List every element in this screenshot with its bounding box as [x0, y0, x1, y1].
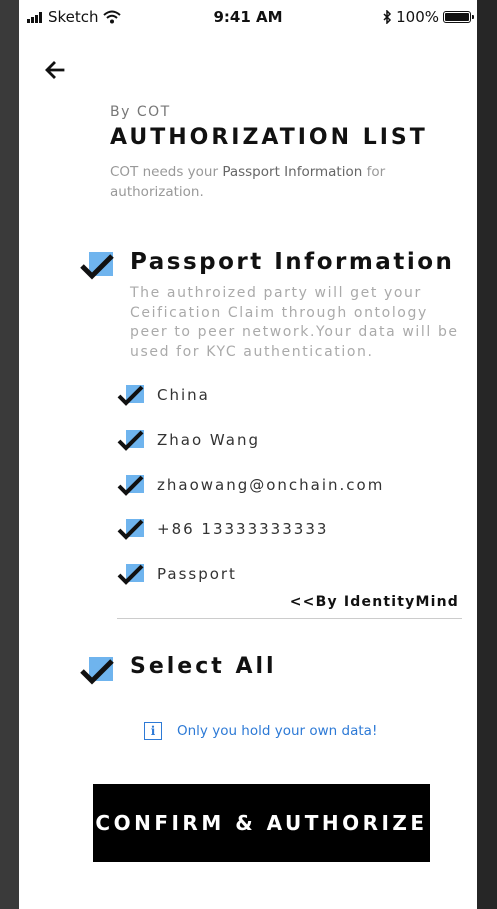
item-label: zhaowang@onchain.com — [157, 476, 385, 494]
left-backdrop — [0, 0, 19, 909]
battery-percent: 100% — [396, 8, 439, 26]
checkmark-icon — [80, 657, 114, 685]
checkmark-icon — [80, 252, 114, 280]
list-item[interactable]: zhaowang@onchain.com — [117, 472, 384, 498]
select-all-checkbox[interactable] — [79, 655, 115, 685]
item-label: China — [157, 386, 210, 404]
list-item[interactable]: China — [117, 382, 210, 408]
checkmark-icon — [117, 475, 144, 496]
section-checkbox[interactable] — [79, 250, 115, 280]
status-right: 100% — [383, 8, 474, 26]
battery-level — [445, 13, 469, 21]
right-backdrop — [477, 0, 497, 909]
list-item[interactable]: Zhao Wang — [117, 427, 260, 453]
section-title: Passport Information — [130, 249, 455, 275]
info-text: Only you hold your own data! — [177, 723, 378, 739]
checkmark-icon — [117, 564, 144, 585]
item-label: +86 13333333333 — [157, 520, 329, 538]
confirm-authorize-button[interactable]: CONFIRM & AUTHORIZE — [93, 784, 430, 862]
info-icon: i — [144, 722, 162, 740]
checkmark-icon — [117, 430, 144, 451]
status-bar: Sketch 9:41 AM 100% — [19, 0, 477, 34]
by-label: By COT — [110, 104, 171, 120]
checkmark-icon — [117, 385, 144, 406]
select-all-label[interactable]: Select All — [130, 654, 277, 679]
phone-screen: Sketch 9:41 AM 100% By COT AUTHORIZATION… — [19, 0, 477, 909]
intro-highlight: Passport Information — [222, 164, 363, 180]
item-label: Passport — [157, 565, 237, 583]
battery-icon — [443, 11, 474, 23]
intro-text: COT needs your Passport Information for … — [110, 162, 420, 202]
intro-prefix: COT needs your — [110, 164, 219, 180]
arrow-left-icon — [45, 61, 65, 79]
section-description: The authroized party will get your Ceifi… — [130, 285, 459, 360]
list-item[interactable]: Passport — [117, 561, 237, 587]
provider-label: <<By IdentityMind — [289, 594, 459, 610]
list-item[interactable]: +86 13333333333 — [117, 516, 328, 542]
info-note: i Only you hold your own data! — [144, 722, 377, 740]
page-title: AUTHORIZATION LIST — [110, 125, 428, 150]
checkmark-icon — [117, 519, 144, 540]
divider — [117, 618, 462, 619]
bluetooth-icon — [383, 10, 392, 24]
back-button[interactable] — [43, 58, 67, 82]
item-label: Zhao Wang — [157, 431, 261, 449]
